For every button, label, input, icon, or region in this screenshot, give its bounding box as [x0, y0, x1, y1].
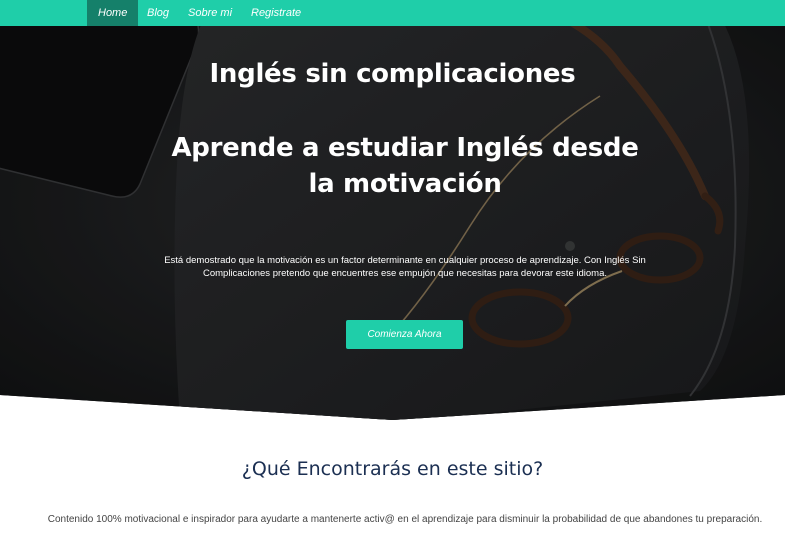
section-description: Contenido 100% motivacional e inspirador…: [47, 514, 763, 525]
nav-item-registrate[interactable]: Registrate: [240, 0, 312, 26]
section-title: ¿Qué Encontrarás en este sitio?: [241, 458, 544, 480]
hero-subtitle: Aprende a estudiar Inglés desde la motiv…: [171, 133, 639, 199]
navbar: Home Blog Sobre mi Registrate: [0, 0, 785, 26]
cta-button[interactable]: Comienza Ahora: [346, 320, 463, 349]
nav-item-blog[interactable]: Blog: [136, 0, 180, 26]
nav-item-sobre-mi[interactable]: Sobre mi: [177, 0, 243, 26]
hero-description: Está demostrado que la motivación es un …: [164, 255, 646, 279]
hero-title: Inglés sin complicaciones: [209, 59, 576, 89]
hero-section: Inglés sin complicaciones Aprende a estu…: [0, 26, 785, 420]
nav-item-home[interactable]: Home: [87, 0, 139, 26]
